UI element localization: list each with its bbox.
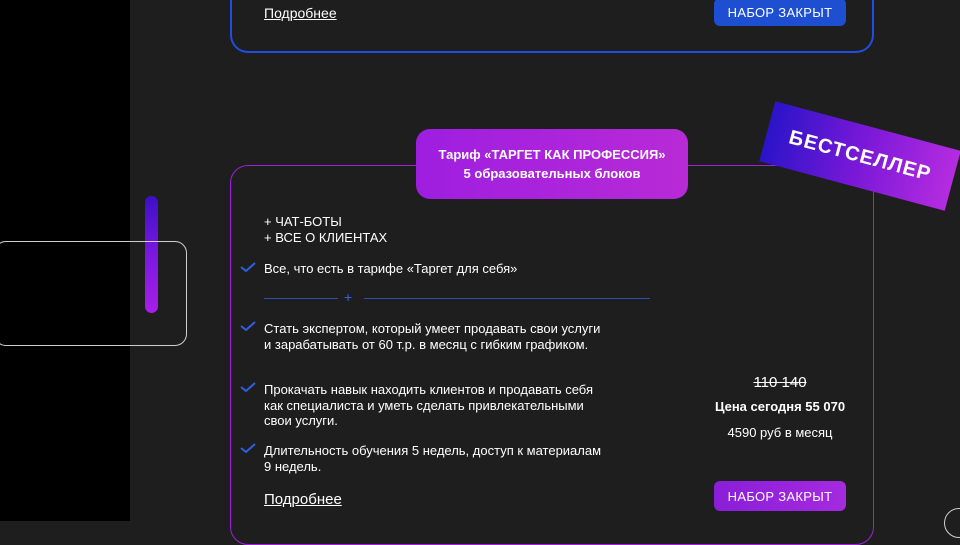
outline-frame [0, 241, 187, 346]
divider-left [264, 298, 338, 299]
divider-right [364, 298, 650, 299]
tariff-title: Тариф «ТАРГЕТ КАК ПРОФЕССИЯ» [438, 147, 666, 162]
extra-item: + ЧАТ-БОТЫ [264, 214, 342, 229]
extra-item: + ВСЕ О КЛИЕНТАХ [264, 230, 388, 245]
price-today: Цена сегодня 55 070 [714, 399, 846, 414]
feature-item: Стать экспертом, который умеет продавать… [264, 321, 601, 352]
check-icon [240, 443, 256, 453]
scroll-top-button[interactable] [944, 508, 960, 538]
tariff-title-badge: Тариф «ТАРГЕТ КАК ПРОФЕССИЯ» 5 образоват… [416, 129, 688, 199]
old-price: 110 140 [753, 374, 807, 391]
previous-more-link[interactable]: Подробнее [264, 5, 337, 21]
divider-plus: + [344, 289, 353, 305]
tariff-subtitle: 5 образовательных блоков [463, 166, 641, 181]
feature-base: Все, что есть в тарифе «Таргет для себя» [264, 261, 518, 276]
feature-item: Прокачать навык находить клиентов и прод… [264, 382, 594, 428]
previous-enroll-closed-button[interactable]: НАБОР ЗАКРЫТ [714, 0, 846, 26]
check-icon [240, 321, 256, 331]
check-icon [240, 262, 256, 272]
feature-item: Длительность обучения 5 недель, доступ к… [264, 443, 602, 474]
enroll-closed-button[interactable]: НАБОР ЗАКРЫТ [714, 481, 846, 511]
monthly-price: 4590 руб в месяц [727, 425, 833, 440]
check-icon [240, 382, 256, 392]
more-link[interactable]: Подробнее [264, 491, 342, 508]
